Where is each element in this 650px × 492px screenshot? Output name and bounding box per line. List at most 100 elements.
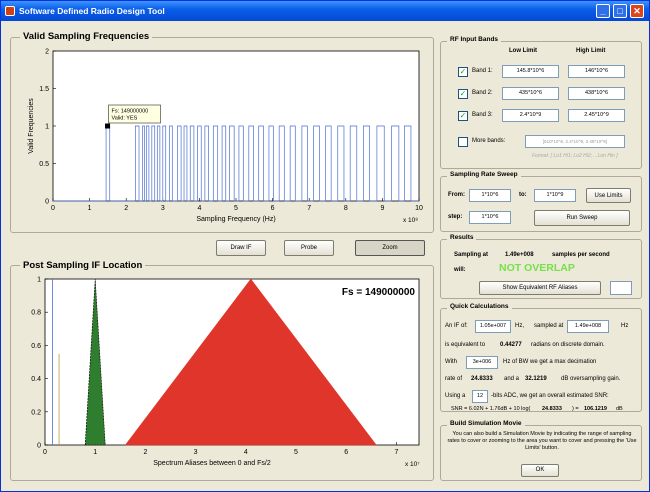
quick-calc-title: Quick Calculations bbox=[447, 303, 512, 310]
y-tick-label: 0 bbox=[37, 443, 41, 450]
snr-db-label: dB bbox=[616, 406, 623, 412]
datatip-marker bbox=[105, 123, 111, 129]
bands-format-hint: Format: [ Lo1 Hi1; Lo2 Hi2; ...Lon Hin ] bbox=[532, 153, 618, 159]
overlap-status: NOT OVERLAP bbox=[499, 262, 575, 274]
y-tick-label: 0.8 bbox=[31, 310, 41, 317]
movie-title: Build Simulation Movie bbox=[447, 420, 525, 427]
y-tick-label: 2 bbox=[45, 49, 49, 56]
x-tick-label: 8 bbox=[344, 205, 348, 212]
bandwidth-field[interactable]: 3e+006 bbox=[466, 356, 498, 369]
more-bands-checkbox[interactable] bbox=[458, 137, 468, 147]
fs-title: Fs = 149000000 bbox=[342, 287, 416, 298]
post-sampling-title: Post Sampling IF Location bbox=[20, 260, 146, 271]
y-tick-label: 0.2 bbox=[31, 409, 41, 416]
probe-button[interactable]: Probe bbox=[284, 240, 334, 256]
band3-label: Band 3: bbox=[472, 112, 493, 118]
x-axis-label: Sampling Frequency (Hz) bbox=[196, 216, 275, 223]
x-tick-label: 5 bbox=[294, 449, 298, 456]
y-tick-label: 1 bbox=[45, 124, 49, 131]
band2-checkbox[interactable]: ✓ bbox=[458, 89, 468, 99]
radians-text: radians on discrete domain. bbox=[531, 342, 605, 348]
results-title: Results bbox=[447, 234, 477, 241]
adc-text: -bits ADC, we get an overall estimated S… bbox=[491, 393, 609, 399]
x-tick-label: 2 bbox=[143, 449, 147, 456]
x-tick-label: 6 bbox=[271, 205, 275, 212]
sweep-title: Sampling Rate Sweep bbox=[447, 171, 521, 178]
sampled-at-field[interactable]: 1.49e+008 bbox=[567, 320, 609, 333]
datatip-fs: Fs: 149000000 bbox=[112, 109, 149, 115]
radians-value: 0.44277 bbox=[500, 342, 522, 348]
band3-checkbox[interactable]: ✓ bbox=[458, 111, 468, 121]
title-bar[interactable]: Software Defined Radio Design Tool _ □ ✕ bbox=[1, 1, 649, 21]
to-label: to: bbox=[519, 192, 527, 198]
show-aliases-button[interactable]: Show Equivalent RF Aliases bbox=[479, 281, 601, 295]
minimize-button[interactable]: _ bbox=[596, 4, 610, 18]
main-window: Software Defined Radio Design Tool _ □ ✕… bbox=[0, 0, 650, 492]
rf-bands-title: RF Input Bands bbox=[447, 36, 502, 43]
x-tick-label: 3 bbox=[194, 449, 198, 456]
more-bands-field[interactable]: [610*10^6, 2.4*10^9, 2.45*10^9] bbox=[525, 135, 625, 148]
x-tick-label: 0 bbox=[51, 205, 55, 212]
hz-label-2: Hz bbox=[621, 323, 629, 329]
equivalent-label: is equivalent to bbox=[445, 342, 486, 348]
x-tick-label: 10 bbox=[415, 205, 423, 212]
y-tick-label: 0 bbox=[45, 199, 49, 206]
x-tick-label: 4 bbox=[244, 449, 248, 456]
sampling-rate-value: 1.49e+008 bbox=[505, 252, 534, 258]
x-axis-label: Spectrum Aliases between 0 and Fs/2 bbox=[153, 460, 271, 467]
snr-formula-prefix: SNR = 6.02N + 1.76dB + 10 log( bbox=[451, 406, 531, 412]
snr-decimation-value: 24.8333 bbox=[542, 406, 562, 412]
x-tick-label: 1 bbox=[88, 205, 92, 212]
gain-text: dB oversampling gain. bbox=[561, 376, 621, 382]
run-sweep-button[interactable]: Run Sweep bbox=[534, 210, 630, 226]
sampling-at-label: Sampling at bbox=[454, 252, 489, 258]
band1-checkbox[interactable]: ✓ bbox=[458, 67, 468, 77]
sps-label: samples per second bbox=[552, 252, 610, 258]
sampled-at-label: sampled at bbox=[534, 323, 564, 329]
use-limits-button[interactable]: Use Limits bbox=[586, 188, 631, 203]
band2-high-field[interactable]: 438*10^6 bbox=[568, 87, 625, 100]
window-title: Software Defined Radio Design Tool bbox=[19, 6, 165, 16]
band1-high-field[interactable]: 146*10^6 bbox=[568, 65, 625, 78]
datatip-valid: Valid: YES bbox=[112, 116, 138, 122]
band3-low-field[interactable]: 2.4*10^9 bbox=[502, 109, 559, 122]
bits-field[interactable]: 12 bbox=[472, 390, 488, 403]
band1-low-field[interactable]: 145.8*10^6 bbox=[502, 65, 559, 78]
from-label: From: bbox=[448, 192, 465, 198]
low-limit-header: Low Limit bbox=[509, 48, 537, 54]
y-tick-label: 0.4 bbox=[31, 376, 41, 383]
gain-value: 32.1219 bbox=[525, 376, 547, 382]
zoom-button[interactable]: Zoom bbox=[355, 240, 425, 256]
step-field[interactable]: 1*10^6 bbox=[469, 211, 511, 224]
y-tick-label: 0.5 bbox=[39, 161, 49, 168]
maximize-button[interactable]: □ bbox=[613, 4, 627, 18]
x-tick-label: 2 bbox=[124, 205, 128, 212]
bw-text: Hz of BW we get a max decimation bbox=[503, 359, 597, 365]
will-label: will: bbox=[454, 267, 466, 273]
ok-button[interactable]: OK bbox=[521, 464, 559, 477]
valid-sampling-chart[interactable]: 0 1 2 3 4 5 6 7 8 9 10 0 0.5 1 1.5 2 Sampling Frequency … bbox=[11, 45, 433, 231]
x-tick-label: 5 bbox=[234, 205, 238, 212]
close-button[interactable]: ✕ bbox=[630, 4, 644, 18]
x-tick-label: 7 bbox=[307, 205, 311, 212]
band3-high-field[interactable]: 2.45*10^9 bbox=[568, 109, 625, 122]
from-field[interactable]: 1*10^6 bbox=[469, 189, 511, 202]
if-location-chart[interactable]: 0 1 2 3 4 5 6 7 0 0.2 0.4 0.6 0.8 1 Spectrum Aliases b… bbox=[11, 273, 433, 479]
draw-if-button[interactable]: Draw IF bbox=[216, 240, 266, 256]
snr-equals: ) = bbox=[572, 406, 579, 412]
x-tick-label: 0 bbox=[43, 449, 47, 456]
x-tick-label: 1 bbox=[93, 449, 97, 456]
x-tick-label: 4 bbox=[197, 205, 201, 212]
y-axis-label: Valid Frequencies bbox=[28, 98, 35, 154]
y-tick-label: 0.6 bbox=[31, 343, 41, 350]
using-a-label: Using a bbox=[445, 393, 466, 399]
more-bands-label: More bands: bbox=[472, 138, 506, 144]
if-field[interactable]: 1.05e+007 bbox=[475, 320, 511, 333]
and-a-label: and a bbox=[504, 376, 520, 382]
band2-low-field[interactable]: 435*10^6 bbox=[502, 87, 559, 100]
band2-label: Band 2: bbox=[472, 90, 493, 96]
if-label: An IF of: bbox=[445, 323, 468, 329]
y-tick-label: 1 bbox=[37, 277, 41, 284]
step-label: step: bbox=[448, 214, 463, 220]
to-field[interactable]: 1*10^9 bbox=[534, 189, 576, 202]
